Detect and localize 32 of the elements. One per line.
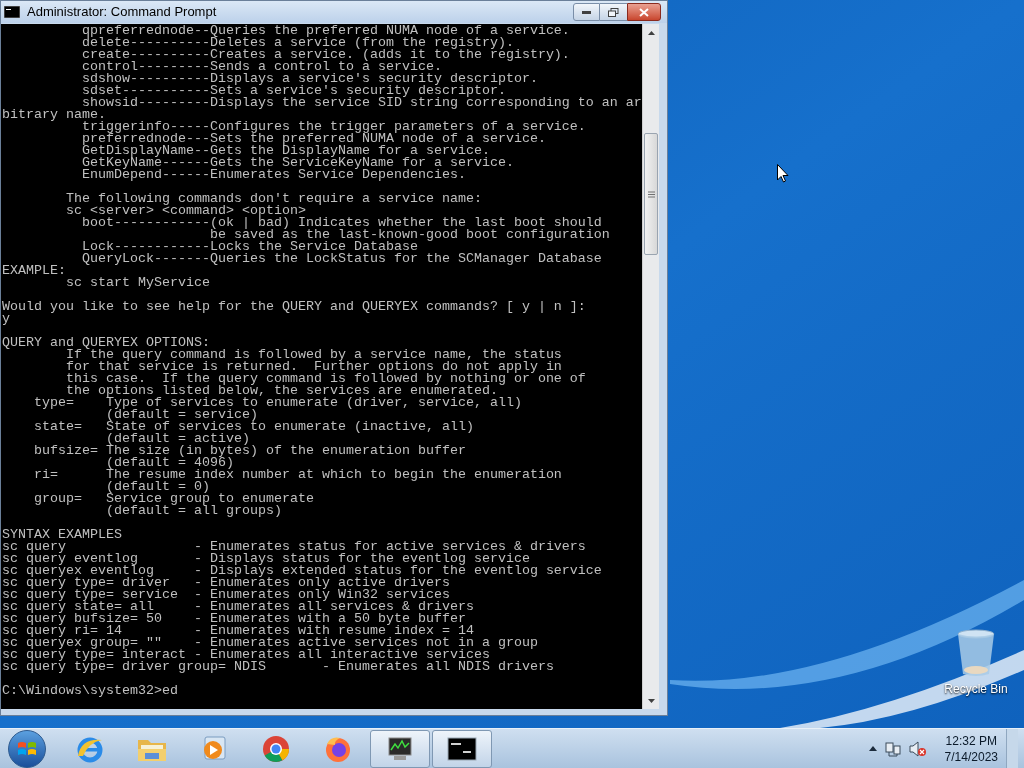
recycle-bin-icon	[956, 628, 996, 678]
chrome-icon	[261, 733, 291, 764]
muted-speaker-icon[interactable]	[908, 740, 927, 757]
console-text: QUERY and QUERYEX OPTIONS: If the query command is followed by a service name, the status for that service is returned. Further options do not apply in this case. If the query command is followed by nothing or one of the options listed below, the services are enumerated. type= Type of services to enumerate (driver, service, all) (default = service) state= State of services to enumerate (inactive, all) (default = active) bufsize= The size (in bytes) of the enumeration buffer (default = 4096) ri= The resume index number at which to begin the enumeration (default = 0) group= Service group to enumerate (default = all groups)	[2, 337, 586, 517]
show-hidden-icons-icon[interactable]	[868, 746, 877, 751]
command-prompt-line: C:\Windows\system32>ed	[2, 685, 178, 697]
start-button[interactable]	[8, 729, 46, 768]
minimize-button[interactable]	[573, 3, 600, 21]
monitor-graph-icon	[385, 734, 415, 763]
network-icon[interactable]	[884, 740, 901, 757]
clock[interactable]: 12:32 PM 7/14/2023	[944, 732, 998, 765]
terminal-icon	[447, 736, 477, 761]
console-text: Would you like to see help for the QUERY and QUERYEX commands? [ y | n ]: y	[2, 301, 586, 325]
up-arrow-icon	[647, 30, 655, 35]
restore-button[interactable]	[600, 3, 627, 21]
console-text: The following commands don't require a service name: sc <server> <command> <option> boot------------(ok | bad) Indicates whether the last boot should be saved as the last-known-good boot configuration Lock------------Locks the Service Database QueryLock-------Queries the LockStatus for the SCManager Database EXAMPLE: sc start MyService	[2, 193, 610, 289]
close-button[interactable]	[627, 3, 661, 21]
restore-icon	[608, 7, 619, 17]
down-arrow-icon	[647, 698, 655, 703]
taskbar-button[interactable]	[432, 729, 492, 768]
taskbar-button[interactable]	[370, 729, 430, 768]
clock-date: 7/14/2023	[944, 748, 998, 765]
clock-time: 12:32 PM	[945, 732, 997, 749]
window-title: Administrator: Command Prompt	[27, 3, 217, 22]
scrollbar-thumb[interactable]	[644, 133, 658, 255]
terminal-icon	[4, 6, 20, 18]
grip-icon	[647, 190, 655, 198]
console-text: qpreferrednode--Queries the preferred NUMA node of a service. delete----------Deletes a service (from the registry). create----------Creates a service. (adds it to the registry). control---------Sends a control to a service. sdshow----------Displays a service's security descriptor. sdset-----------Sets a service's security descriptor. showsid---------Displays the service SID string corresponding to an ar bitrary name. triggerinfo-----Configures the trigger parameters of a service. preferrednode---Sets the preferred NUMA node of a service. GetDisplayName--Gets the DisplayName for a service. GetKeyName------Gets the ServiceKeyName for a service. EnumDepend------Enumerates Service Dependencies.	[2, 25, 642, 181]
mouse-pointer-icon	[777, 164, 789, 183]
console-text: SYNTAX EXAMPLES sc query - Enumerates status for active services & drivers sc query eventlog - Displays status for the eventlog service sc queryex eventlog - Displays extended status for the eventlog service sc query type= driver - Enumerates only active drivers sc query type= service - Enumerates only Win32 services sc query state= all - Enumerates all services & drivers sc query bufsize= 50 - Enumerates with a 50 byte buffer sc query ri= 14 - Enumerates with resume index = 14 sc queryex group= "" - Enumerates active services not in a group sc query type= interact - Enumerates all interactive services sc query type= driver group= NDIS - Enumerates all NDIS drivers	[2, 529, 602, 673]
windows-logo-icon	[17, 739, 37, 758]
close-icon	[639, 7, 649, 17]
